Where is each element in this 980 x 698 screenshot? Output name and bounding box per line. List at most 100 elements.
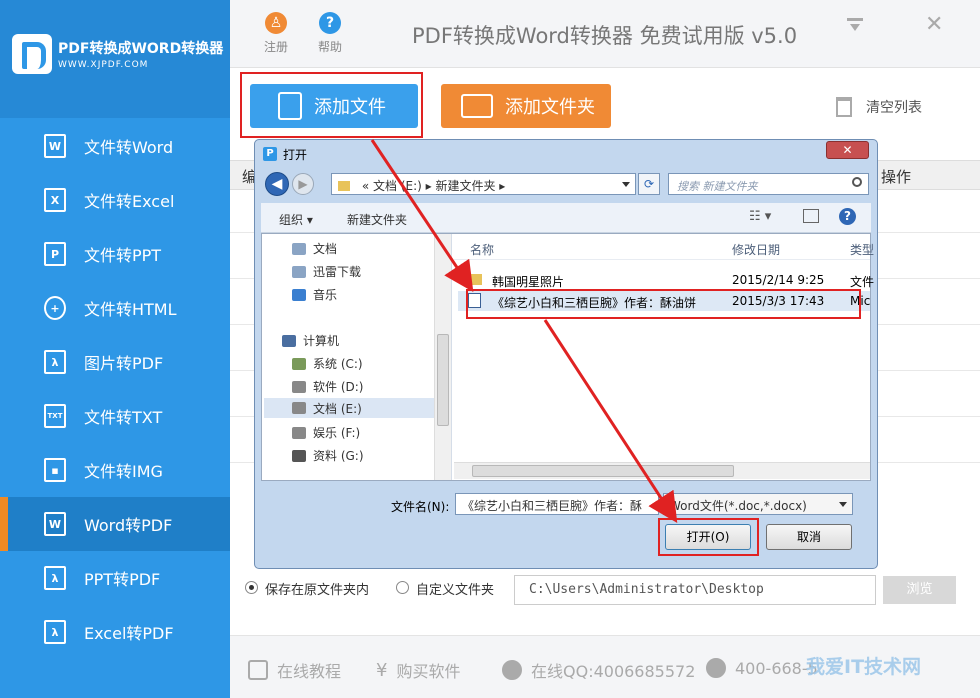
- save-original-radio[interactable]: [245, 581, 258, 594]
- col-name[interactable]: 名称: [470, 241, 494, 258]
- highlight-box: [466, 289, 861, 319]
- app-logo-icon: [12, 34, 52, 74]
- sidebar-item-label: 文件转Excel: [84, 192, 175, 211]
- download-icon: [292, 265, 306, 278]
- close-icon[interactable]: ✕: [925, 12, 943, 37]
- word-icon: W: [44, 134, 66, 158]
- pdf-icon: λ: [44, 350, 66, 374]
- sidebar-item-label: PPT转PDF: [84, 570, 161, 589]
- tree-item-drive-g[interactable]: 资料 (G:): [292, 447, 364, 464]
- new-folder-button[interactable]: 新建文件夹: [347, 211, 407, 228]
- sidebar-item-file-to-txt[interactable]: TXT 文件转TXT: [0, 389, 230, 443]
- music-icon: [292, 288, 306, 301]
- tree-item-thunder-downloads[interactable]: 迅雷下载: [292, 263, 361, 280]
- add-folder-button[interactable]: 添加文件夹: [441, 84, 611, 128]
- tree-item-music[interactable]: 音乐: [292, 286, 337, 303]
- highlight-box: [658, 518, 759, 556]
- chevron-down-icon[interactable]: [622, 182, 630, 187]
- drive-icon: [292, 357, 306, 370]
- folder-icon: [461, 94, 493, 118]
- tree-item-drive-c[interactable]: 系统 (C:): [292, 355, 363, 372]
- preview-pane-icon[interactable]: [803, 209, 819, 223]
- open-file-dialog: P 打开 ✕ ◀ ▶ « 文档 (E:) ▸ 新建文件夹 ▸ ⟳ 搜索 新建文件…: [254, 139, 878, 569]
- scrollbar-thumb[interactable]: [437, 334, 449, 426]
- online-tutorial-link[interactable]: 在线教程: [248, 658, 341, 682]
- browse-button[interactable]: 浏览: [883, 576, 956, 604]
- tree-item-computer[interactable]: 计算机: [282, 332, 339, 349]
- register-button[interactable]: ♙ 注册: [256, 12, 296, 55]
- tree-scrollbar[interactable]: [434, 234, 451, 480]
- buy-software-link[interactable]: ¥ 购买软件: [376, 658, 460, 682]
- folder-icon: [468, 274, 482, 285]
- sidebar-item-file-to-word[interactable]: W 文件转Word: [0, 119, 230, 173]
- trash-icon: [836, 97, 852, 117]
- output-path-field[interactable]: C:\Users\Administrator\Desktop: [514, 575, 876, 605]
- dialog-close-button[interactable]: ✕: [826, 141, 869, 159]
- sidebar-item-label: Excel转PDF: [84, 624, 174, 643]
- forward-icon[interactable]: ▶: [292, 173, 314, 195]
- scrollbar-thumb[interactable]: [472, 465, 734, 477]
- online-qq-link[interactable]: 在线QQ:4006685572: [502, 658, 695, 682]
- drive-icon: [292, 380, 306, 393]
- file-list-header: 名称 修改日期 类型: [454, 234, 874, 260]
- sidebar-item-file-to-html[interactable]: + 文件转HTML: [0, 281, 230, 335]
- col-type[interactable]: 类型: [850, 241, 874, 258]
- address-bar[interactable]: « 文档 (E:) ▸ 新建文件夹 ▸: [331, 173, 636, 195]
- tree-item-drive-d[interactable]: 软件 (D:): [292, 378, 363, 395]
- cancel-button[interactable]: 取消: [766, 524, 852, 550]
- sidebar-item-ppt-to-pdf[interactable]: λ PPT转PDF: [0, 551, 230, 605]
- file-row-folder[interactable]: 韩国明星照片 2015/2/14 9:25 文件: [458, 270, 874, 290]
- tree-item-label: 资料 (G:): [313, 449, 364, 463]
- tree-item-label: 计算机: [303, 334, 340, 348]
- minimize-icon[interactable]: [846, 16, 864, 34]
- filename-label: 文件名(N):: [391, 500, 450, 514]
- search-placeholder: 搜索 新建文件夹: [677, 180, 758, 193]
- search-input[interactable]: 搜索 新建文件夹: [668, 173, 869, 195]
- documents-icon: [292, 242, 306, 255]
- refresh-icon[interactable]: ⟳: [638, 173, 660, 195]
- brand-header: PDF转换成WORD转换器 WWW.XJPDF.COM: [0, 0, 230, 118]
- excel-icon: X: [44, 188, 66, 212]
- tree-item-label: 文档: [313, 242, 338, 256]
- sidebar-item-word-to-pdf[interactable]: W Word转PDF: [0, 497, 230, 551]
- sidebar: PDF转换成WORD转换器 WWW.XJPDF.COM W 文件转Word X …: [0, 0, 230, 698]
- tree-item-documents[interactable]: 文档: [292, 240, 337, 257]
- sidebar-item-file-to-excel[interactable]: X 文件转Excel: [0, 173, 230, 227]
- qq-label: 在线QQ:4006685572: [531, 662, 696, 681]
- drive-icon: [292, 426, 306, 439]
- custom-folder-radio[interactable]: [396, 581, 409, 594]
- clear-list-button[interactable]: 清空列表: [836, 97, 922, 117]
- custom-folder-label: 自定义文件夹: [416, 583, 495, 598]
- file-date: 2015/2/14 9:25: [732, 273, 825, 287]
- back-icon[interactable]: ◀: [265, 172, 289, 196]
- tutorial-label: 在线教程: [277, 662, 342, 681]
- file-type-value: Word文件(*.doc,*.docx): [669, 499, 807, 513]
- computer-icon: [282, 334, 296, 347]
- sidebar-item-image-to-pdf[interactable]: λ 图片转PDF: [0, 335, 230, 389]
- view-options-icon[interactable]: ☷ ▾: [749, 209, 771, 224]
- help-icon[interactable]: ?: [839, 208, 856, 225]
- search-icon: [852, 177, 862, 187]
- address-path: « 文档 (E:) ▸ 新建文件夹 ▸: [361, 179, 506, 193]
- help-button[interactable]: ? 帮助: [310, 12, 350, 55]
- file-list-scrollbar[interactable]: [454, 462, 870, 479]
- phone-link[interactable]: 400-668-5: [706, 658, 818, 678]
- filename-input[interactable]: 《综艺小白和三栖巨腕》作者：酥: [455, 493, 659, 515]
- tree-item-drive-f[interactable]: 娱乐 (F:): [292, 424, 360, 441]
- image-icon: ▪: [44, 458, 66, 482]
- phone-icon: [706, 658, 726, 678]
- dialog-body: 文档 迅雷下载 音乐 计算机 系统 (C:) 软件 (D:) 文档 (E:) 娱…: [261, 233, 874, 481]
- highlight-box: [240, 72, 423, 138]
- ppt-icon: P: [44, 242, 66, 266]
- sidebar-item-file-to-ppt[interactable]: P 文件转PPT: [0, 227, 230, 281]
- pdf-icon: λ: [44, 566, 66, 590]
- file-type-select[interactable]: Word文件(*.doc,*.docx): [663, 493, 853, 515]
- sidebar-item-excel-to-pdf[interactable]: λ Excel转PDF: [0, 605, 230, 659]
- brand-title: PDF转换成WORD转换器: [58, 41, 224, 57]
- col-date[interactable]: 修改日期: [732, 241, 780, 258]
- sidebar-item-label: 文件转IMG: [84, 462, 163, 481]
- organize-menu[interactable]: 组织 ▾: [279, 211, 313, 228]
- word-icon: W: [44, 512, 66, 536]
- sidebar-item-file-to-img[interactable]: ▪ 文件转IMG: [0, 443, 230, 497]
- tree-item-drive-e[interactable]: 文档 (E:): [264, 398, 434, 418]
